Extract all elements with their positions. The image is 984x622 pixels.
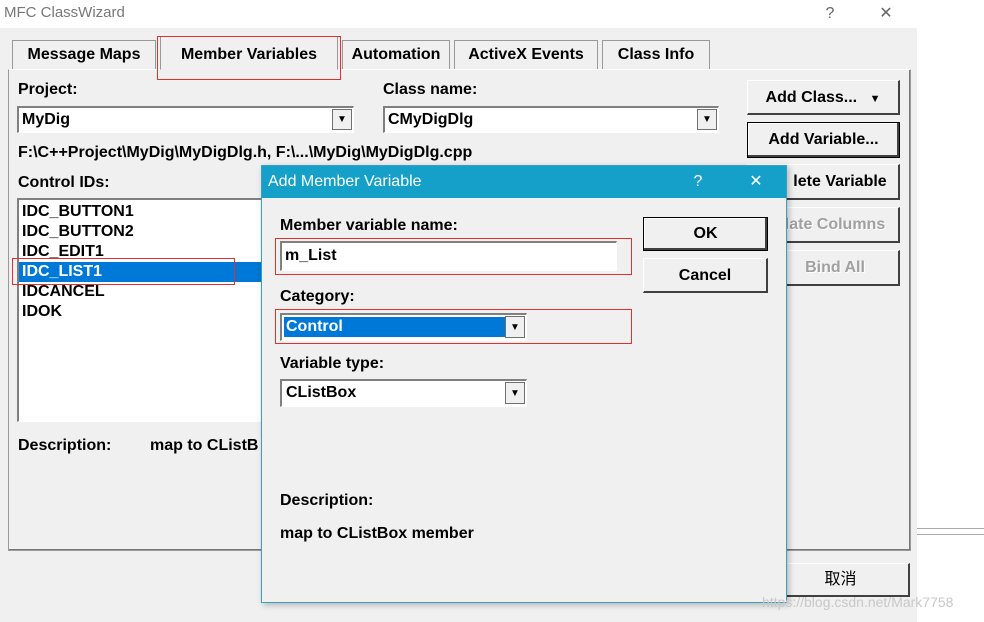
description-value: map to CListB <box>150 437 259 454</box>
dialog-title: Add Member Variable <box>268 173 422 190</box>
cancel-cn-button[interactable]: 取消 <box>772 563 910 597</box>
dropdown-arrow-icon: ▼ <box>869 93 881 105</box>
cancel-button[interactable]: Cancel <box>643 258 768 293</box>
watermark: https://blog.csdn.net/Mark7758 <box>762 594 954 610</box>
outer-help-icon[interactable]: ? <box>812 0 848 28</box>
variable-type-value: CListBox <box>286 384 357 401</box>
class-name-value: CMyDigDlg <box>388 111 474 128</box>
control-ids-list[interactable]: IDC_BUTTON1 IDC_BUTTON2 IDC_EDIT1 IDC_LI… <box>17 198 267 422</box>
add-class-button[interactable]: Add Class... ▼ <box>747 80 900 115</box>
category-label: Category: <box>280 288 355 305</box>
dialog-description-label: Description: <box>280 492 374 509</box>
class-name-combo[interactable]: CMyDigDlg ▼ <box>383 106 719 133</box>
ok-button[interactable]: OK <box>643 217 768 251</box>
add-class-label: Add Class... <box>765 89 858 106</box>
file-path: F:\C++Project\MyDig\MyDigDlg.h, F:\...\M… <box>18 144 473 161</box>
list-item[interactable]: IDC_BUTTON1 <box>19 202 266 222</box>
chevron-down-icon[interactable]: ▼ <box>332 109 352 130</box>
dialog-help-icon[interactable]: ? <box>680 166 716 198</box>
divider <box>917 528 984 529</box>
tab-activex-events[interactable]: ActiveX Events <box>454 40 598 70</box>
project-label: Project: <box>18 81 78 98</box>
list-item[interactable]: IDOK <box>19 302 266 322</box>
control-ids-label: Control IDs: <box>18 174 110 191</box>
description-label: Description: <box>18 437 112 454</box>
list-item[interactable]: IDCANCEL <box>19 282 266 302</box>
outer-window-title: MFC ClassWizard <box>4 4 125 21</box>
project-value: MyDig <box>22 111 70 128</box>
variable-type-combo[interactable]: CListBox ▼ <box>280 379 527 407</box>
outer-close-icon[interactable]: ✕ <box>868 0 904 28</box>
list-item[interactable]: IDC_BUTTON2 <box>19 222 266 242</box>
add-member-variable-dialog: Add Member Variable ? ✕ Member variable … <box>261 165 787 603</box>
tab-automation[interactable]: Automation <box>342 40 450 70</box>
tab-class-info[interactable]: Class Info <box>602 40 710 70</box>
dialog-close-icon[interactable]: ✕ <box>738 166 774 198</box>
variable-type-label: Variable type: <box>280 355 385 372</box>
member-variable-name-label: Member variable name: <box>280 217 458 234</box>
class-name-label: Class name: <box>383 81 478 98</box>
tab-message-maps[interactable]: Message Maps <box>12 40 156 70</box>
category-highlight <box>275 309 632 344</box>
selected-id-highlight <box>12 258 235 285</box>
outer-title-bar: MFC ClassWizard ? ✕ <box>0 0 917 28</box>
project-combo[interactable]: MyDig ▼ <box>17 106 354 133</box>
dialog-title-bar: Add Member Variable ? ✕ <box>262 166 786 198</box>
name-highlight <box>275 238 632 275</box>
divider <box>917 534 984 535</box>
chevron-down-icon[interactable]: ▼ <box>505 382 525 404</box>
dialog-description-value: map to CListBox member <box>280 525 474 542</box>
member-variables-highlight <box>157 36 341 80</box>
add-variable-button[interactable]: Add Variable... <box>747 122 900 158</box>
chevron-down-icon[interactable]: ▼ <box>697 109 717 130</box>
